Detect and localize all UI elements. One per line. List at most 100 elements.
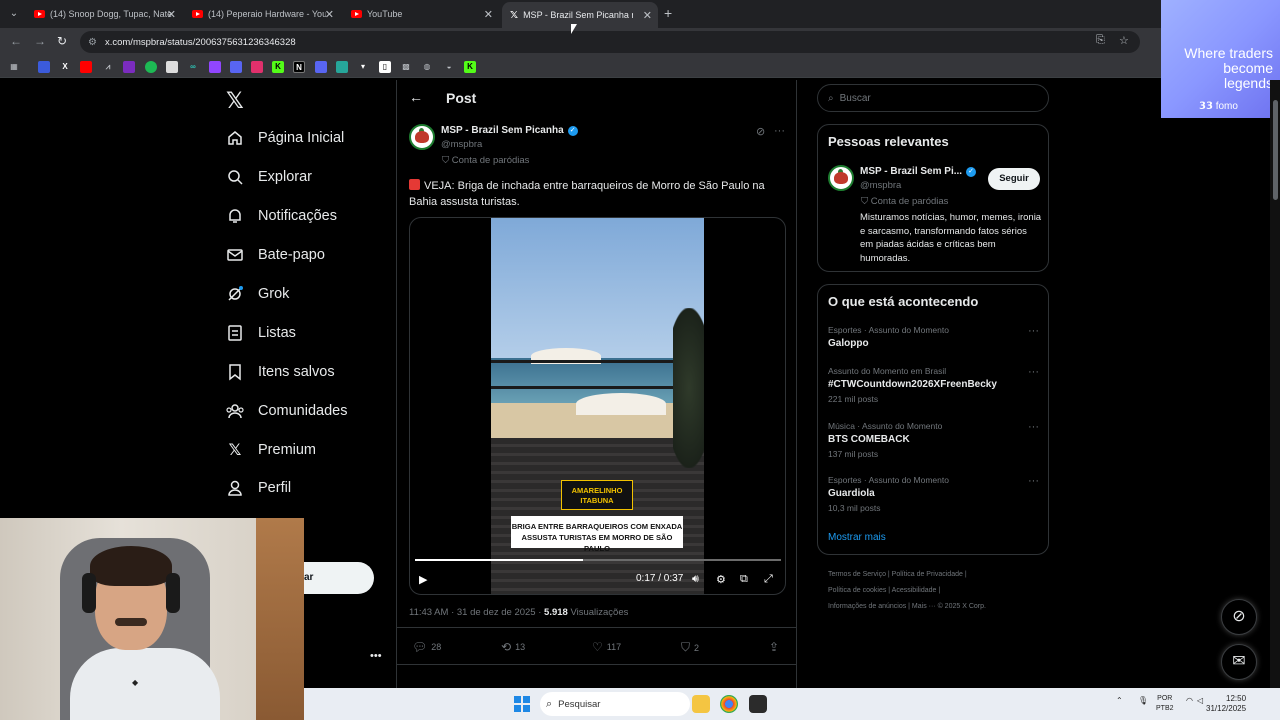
back-arrow-icon[interactable]: ← <box>409 89 423 105</box>
like-button[interactable]: ♡ 117 <box>592 640 621 654</box>
post-timestamp[interactable]: 11:43 AM · 31 de dez de 2025 · <box>409 607 544 618</box>
apps-icon[interactable]: ▦ <box>8 61 20 73</box>
address-bar[interactable]: ⚙ x.com/mspbra/status/200637563123634632… <box>80 31 1140 53</box>
taskbar-search[interactable]: ⌕ Pesquisar <box>540 692 690 716</box>
nav-grok[interactable]: Grok <box>226 281 289 307</box>
footer-links[interactable]: Informações de anúncios | Mais ··· © 202… <box>828 603 986 610</box>
back-icon[interactable]: ← <box>10 34 22 48</box>
nav-premium[interactable]: 𝕏 Premium <box>226 437 316 463</box>
more-icon[interactable]: ··· <box>1028 366 1039 378</box>
author-handle[interactable]: @mspbra <box>441 139 482 150</box>
author-name[interactable]: MSP - Brazil Sem Picanha ✓ <box>441 125 578 136</box>
bookmark-icon[interactable]: ▩ <box>400 61 412 73</box>
bookmark-twitch-icon[interactable] <box>209 61 221 73</box>
bookmark-icon[interactable]: ◍ <box>421 61 433 73</box>
bookmark-icon[interactable]: ◒ <box>443 61 455 73</box>
avatar[interactable] <box>409 124 435 150</box>
messages-floating-button[interactable]: ✉ <box>1221 644 1257 680</box>
nav-lists[interactable]: Listas <box>226 320 296 346</box>
tab-snoop[interactable]: (14) Snoop Dogg, Tupac, Nate ✕ <box>26 2 182 26</box>
grok-floating-button[interactable]: ⊘ <box>1221 599 1257 635</box>
trend-name[interactable]: BTS COMEBACK <box>828 434 910 445</box>
bookmark-icon[interactable]: ▾ <box>357 61 369 73</box>
tab-youtube[interactable]: YouTube ✕ <box>343 2 499 26</box>
bookmark-youtube-icon[interactable] <box>80 61 92 73</box>
nav-home[interactable]: Página Inicial <box>226 125 344 151</box>
post-button[interactable]: ar <box>300 562 374 594</box>
scrollbar[interactable] <box>1270 80 1280 690</box>
bookmark-icon[interactable] <box>336 61 348 73</box>
windows-start-icon[interactable] <box>514 696 530 712</box>
app-icon[interactable] <box>749 695 767 713</box>
reload-icon[interactable]: ↻ <box>57 34 67 48</box>
tab-search-icon[interactable]: ⌄ <box>6 6 22 22</box>
nav-bookmarks[interactable]: Itens salvos <box>226 359 335 385</box>
star-icon[interactable]: ☆ <box>1119 34 1129 47</box>
more-icon[interactable]: ··· <box>1028 325 1039 337</box>
relevant-name[interactable]: MSP - Brazil Sem Pi... ✓ <box>860 166 977 177</box>
bookmark-button[interactable]: ⛉ 2 <box>681 640 699 655</box>
install-icon[interactable]: ⎘ <box>1096 34 1105 47</box>
x-logo-icon[interactable]: 𝕏 <box>226 88 244 114</box>
bookmark-instagram-icon[interactable] <box>251 61 263 73</box>
fomo-ad-overlay[interactable]: Where traders become legends 𝟯𝟯 fomo <box>1161 0 1280 118</box>
footer-links[interactable]: Política de cookies | Acessibilidade | <box>828 587 940 594</box>
bookmark-icon[interactable]: N <box>293 61 305 73</box>
bookmark-icon[interactable]: ▯ <box>379 61 391 73</box>
wifi-icon[interactable]: ◠ <box>1186 696 1193 705</box>
bookmark-icon[interactable]: ∞ <box>187 61 199 73</box>
tab-msp[interactable]: 𝕏 MSP - Brazil Sem Picanha no X ✕ <box>502 2 658 28</box>
site-info-icon[interactable]: ⚙ <box>88 37 97 48</box>
close-icon[interactable]: ✕ <box>484 8 493 21</box>
show-more-link[interactable]: Mostrar mais <box>828 532 886 543</box>
relevant-handle[interactable]: @mspbra <box>860 180 901 191</box>
more-icon[interactable]: ··· <box>774 125 785 137</box>
mic-icon[interactable]: 🎙︎ <box>1138 696 1148 705</box>
bookmark-kick-icon[interactable]: K <box>272 61 284 73</box>
bookmark-x-icon[interactable]: X <box>59 61 71 73</box>
play-icon[interactable]: ▶ <box>419 573 427 586</box>
close-icon[interactable]: ✕ <box>643 9 652 22</box>
trend-name[interactable]: Galoppo <box>828 338 869 349</box>
footer-links[interactable]: Termos de Serviço | Política de Privacid… <box>828 571 967 578</box>
language-indicator[interactable]: POR PTB2 <box>1156 694 1174 714</box>
video-player[interactable]: AMARELINHO ITABUNA BRIGA ENTRE BARRAQUEI… <box>409 217 786 595</box>
more-icon[interactable]: ··· <box>1028 475 1039 487</box>
avatar[interactable] <box>828 165 854 191</box>
chrome-icon[interactable] <box>720 695 738 713</box>
file-explorer-icon[interactable] <box>692 695 710 713</box>
bookmark-icon[interactable] <box>123 61 135 73</box>
bookmark-icon[interactable] <box>38 61 50 73</box>
share-button[interactable]: ⇪ <box>769 640 783 654</box>
more-icon[interactable]: ••• <box>370 650 382 662</box>
bookmark-icon[interactable] <box>315 61 327 73</box>
more-icon[interactable]: ··· <box>1028 421 1039 433</box>
chevron-up-icon[interactable]: ⌃ <box>1116 696 1123 705</box>
clock[interactable]: 12:50 31/12/2025 <box>1206 694 1246 714</box>
volume-icon[interactable]: ◁ <box>1197 696 1203 705</box>
forward-icon[interactable]: → <box>34 34 46 48</box>
bookmark-icon[interactable]: ⩘ <box>102 61 114 73</box>
bookmark-icon[interactable] <box>166 61 178 73</box>
new-tab-button[interactable]: + <box>664 5 672 21</box>
grok-icon[interactable]: ⊘ <box>756 125 765 138</box>
video-progress-bar[interactable] <box>415 559 781 561</box>
trend-name[interactable]: Guardiola <box>828 488 875 499</box>
nav-profile[interactable]: Perfil <box>226 475 291 501</box>
volume-icon[interactable]: 🔊︎ <box>692 573 699 586</box>
close-icon[interactable]: ✕ <box>325 8 334 21</box>
bookmark-spotify-icon[interactable] <box>145 61 157 73</box>
close-icon[interactable]: ✕ <box>167 8 176 21</box>
nav-communities[interactable]: Comunidades <box>226 398 347 424</box>
fullscreen-icon[interactable]: ⤢ <box>764 573 773 586</box>
trend-name[interactable]: #CTWCountdown2026XFreenBecky <box>828 379 997 390</box>
nav-chat[interactable]: Bate-papo <box>226 242 325 268</box>
bookmark-icon[interactable] <box>230 61 242 73</box>
pip-icon[interactable]: ⧉ <box>740 573 748 586</box>
reply-button[interactable]: 💬︎ 28 <box>412 640 441 654</box>
bookmark-kick-icon[interactable]: K <box>464 61 476 73</box>
nav-explore[interactable]: Explorar <box>226 164 312 190</box>
search-input[interactable]: ⌕ Buscar <box>817 84 1049 112</box>
tab-peperaio[interactable]: (14) Peperaio Hardware - YouTu ✕ <box>184 2 340 26</box>
follow-button[interactable]: Seguir <box>988 168 1040 190</box>
